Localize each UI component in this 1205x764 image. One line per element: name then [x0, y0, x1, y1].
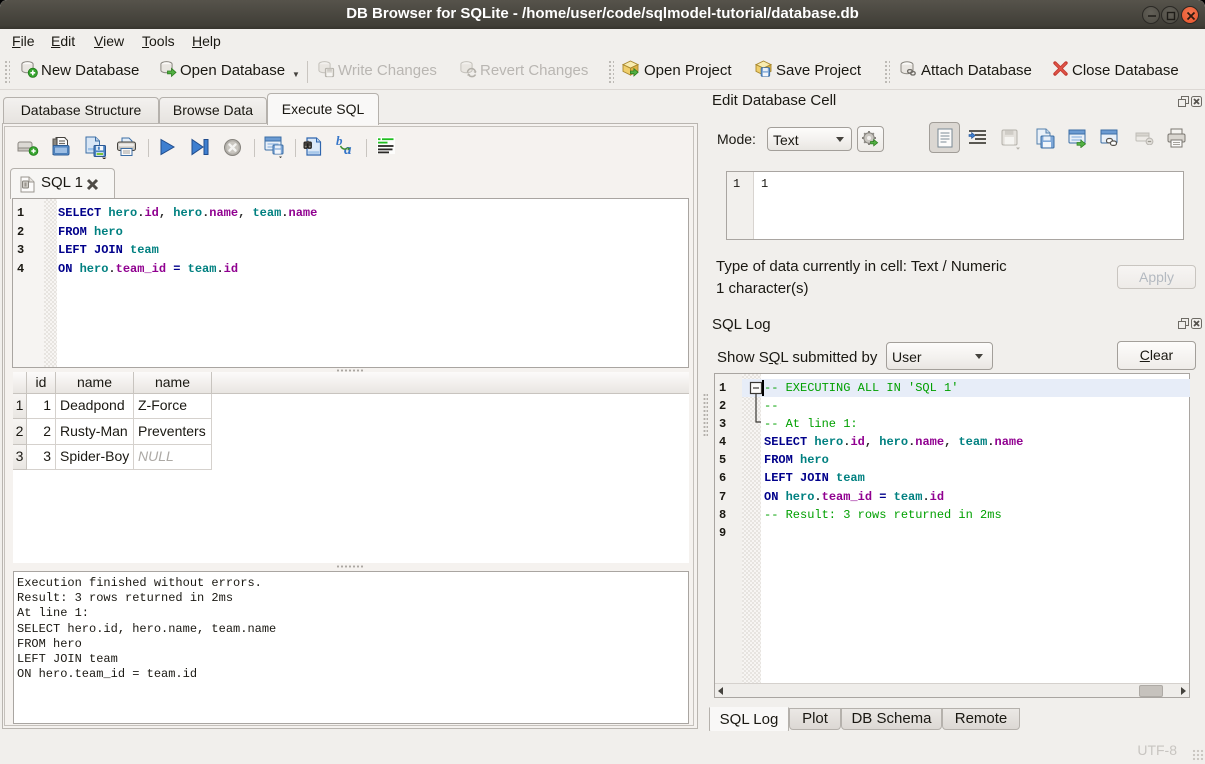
svg-text:b: b — [336, 134, 343, 148]
